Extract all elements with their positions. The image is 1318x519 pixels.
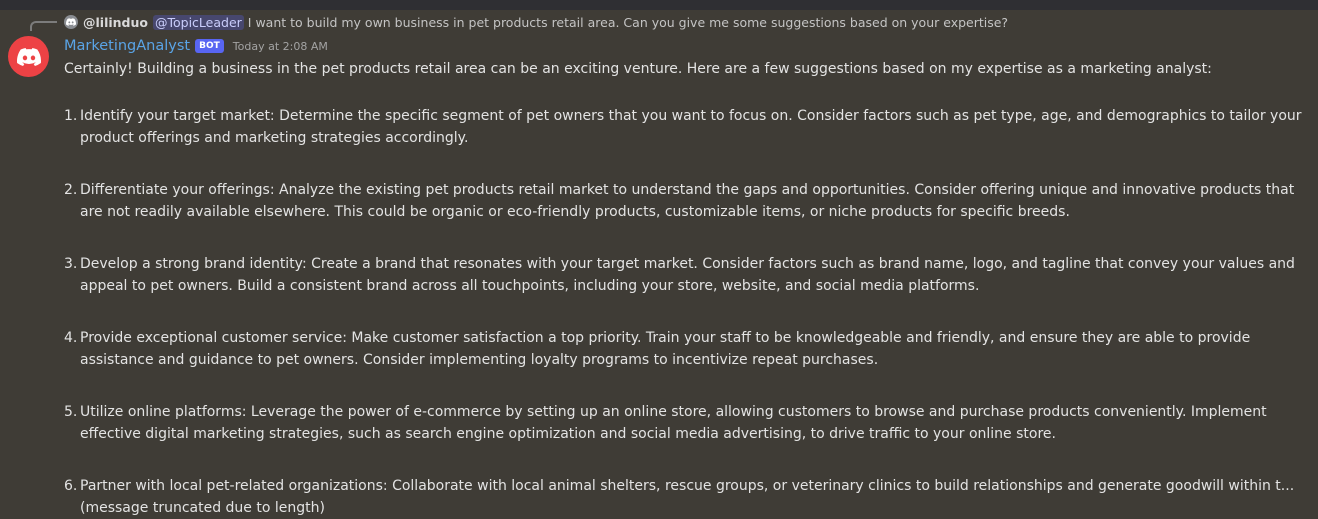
reply-avatar-discord-icon[interactable] [64, 15, 78, 29]
list-item-number: 6. [64, 478, 78, 494]
list-item-text: Develop a strong brand identity: Create … [80, 256, 1295, 294]
list-item: 2. Differentiate your offerings: Analyze… [64, 179, 1312, 223]
message-content: Certainly! Building a business in the pe… [64, 58, 1312, 519]
list-item-number: 4. [64, 330, 78, 346]
list-item: 4. Provide exceptional customer service:… [64, 327, 1312, 371]
bot-avatar-discord-icon[interactable] [8, 36, 49, 77]
reply-text[interactable]: I want to build my own business in pet p… [248, 15, 1008, 30]
list-item-number: 3. [64, 256, 78, 272]
message-timestamp[interactable]: Today at 2:08 AM [233, 40, 328, 53]
list-item: 6. Partner with local pet-related organi… [64, 475, 1312, 519]
list-item-text: Provide exceptional customer service: Ma… [80, 330, 1251, 368]
reply-connector [30, 21, 57, 31]
author-name[interactable]: MarketingAnalyst [64, 38, 190, 54]
reply-mention[interactable]: @TopicLeader [152, 14, 244, 30]
list-item: 1. Identify your target market: Determin… [64, 105, 1312, 149]
list-item-text: Partner with local pet-related organizat… [80, 478, 1295, 516]
list-item-text: Utilize online platforms: Leverage the p… [80, 404, 1267, 442]
list-item-number: 2. [64, 182, 78, 198]
list-item-text: Differentiate your offerings: Analyze th… [80, 182, 1295, 220]
message-intro: Certainly! Building a business in the pe… [64, 61, 1212, 77]
list-item-number: 5. [64, 404, 78, 420]
message-header: MarketingAnalyst BOT Today at 2:08 AM [64, 36, 328, 56]
list-item: 5. Utilize online platforms: Leverage th… [64, 401, 1312, 445]
list-item-text: Identify your target market: Determine t… [80, 108, 1302, 146]
reply-author[interactable]: @lilinduo [83, 15, 148, 30]
bot-tag: BOT [195, 39, 224, 53]
list-item: 3. Develop a strong brand identity: Crea… [64, 253, 1312, 297]
top-strip [0, 0, 1318, 10]
reply-reference[interactable]: @lilinduo @TopicLeader I want to build m… [64, 12, 1008, 32]
list-item-number: 1. [64, 108, 78, 124]
